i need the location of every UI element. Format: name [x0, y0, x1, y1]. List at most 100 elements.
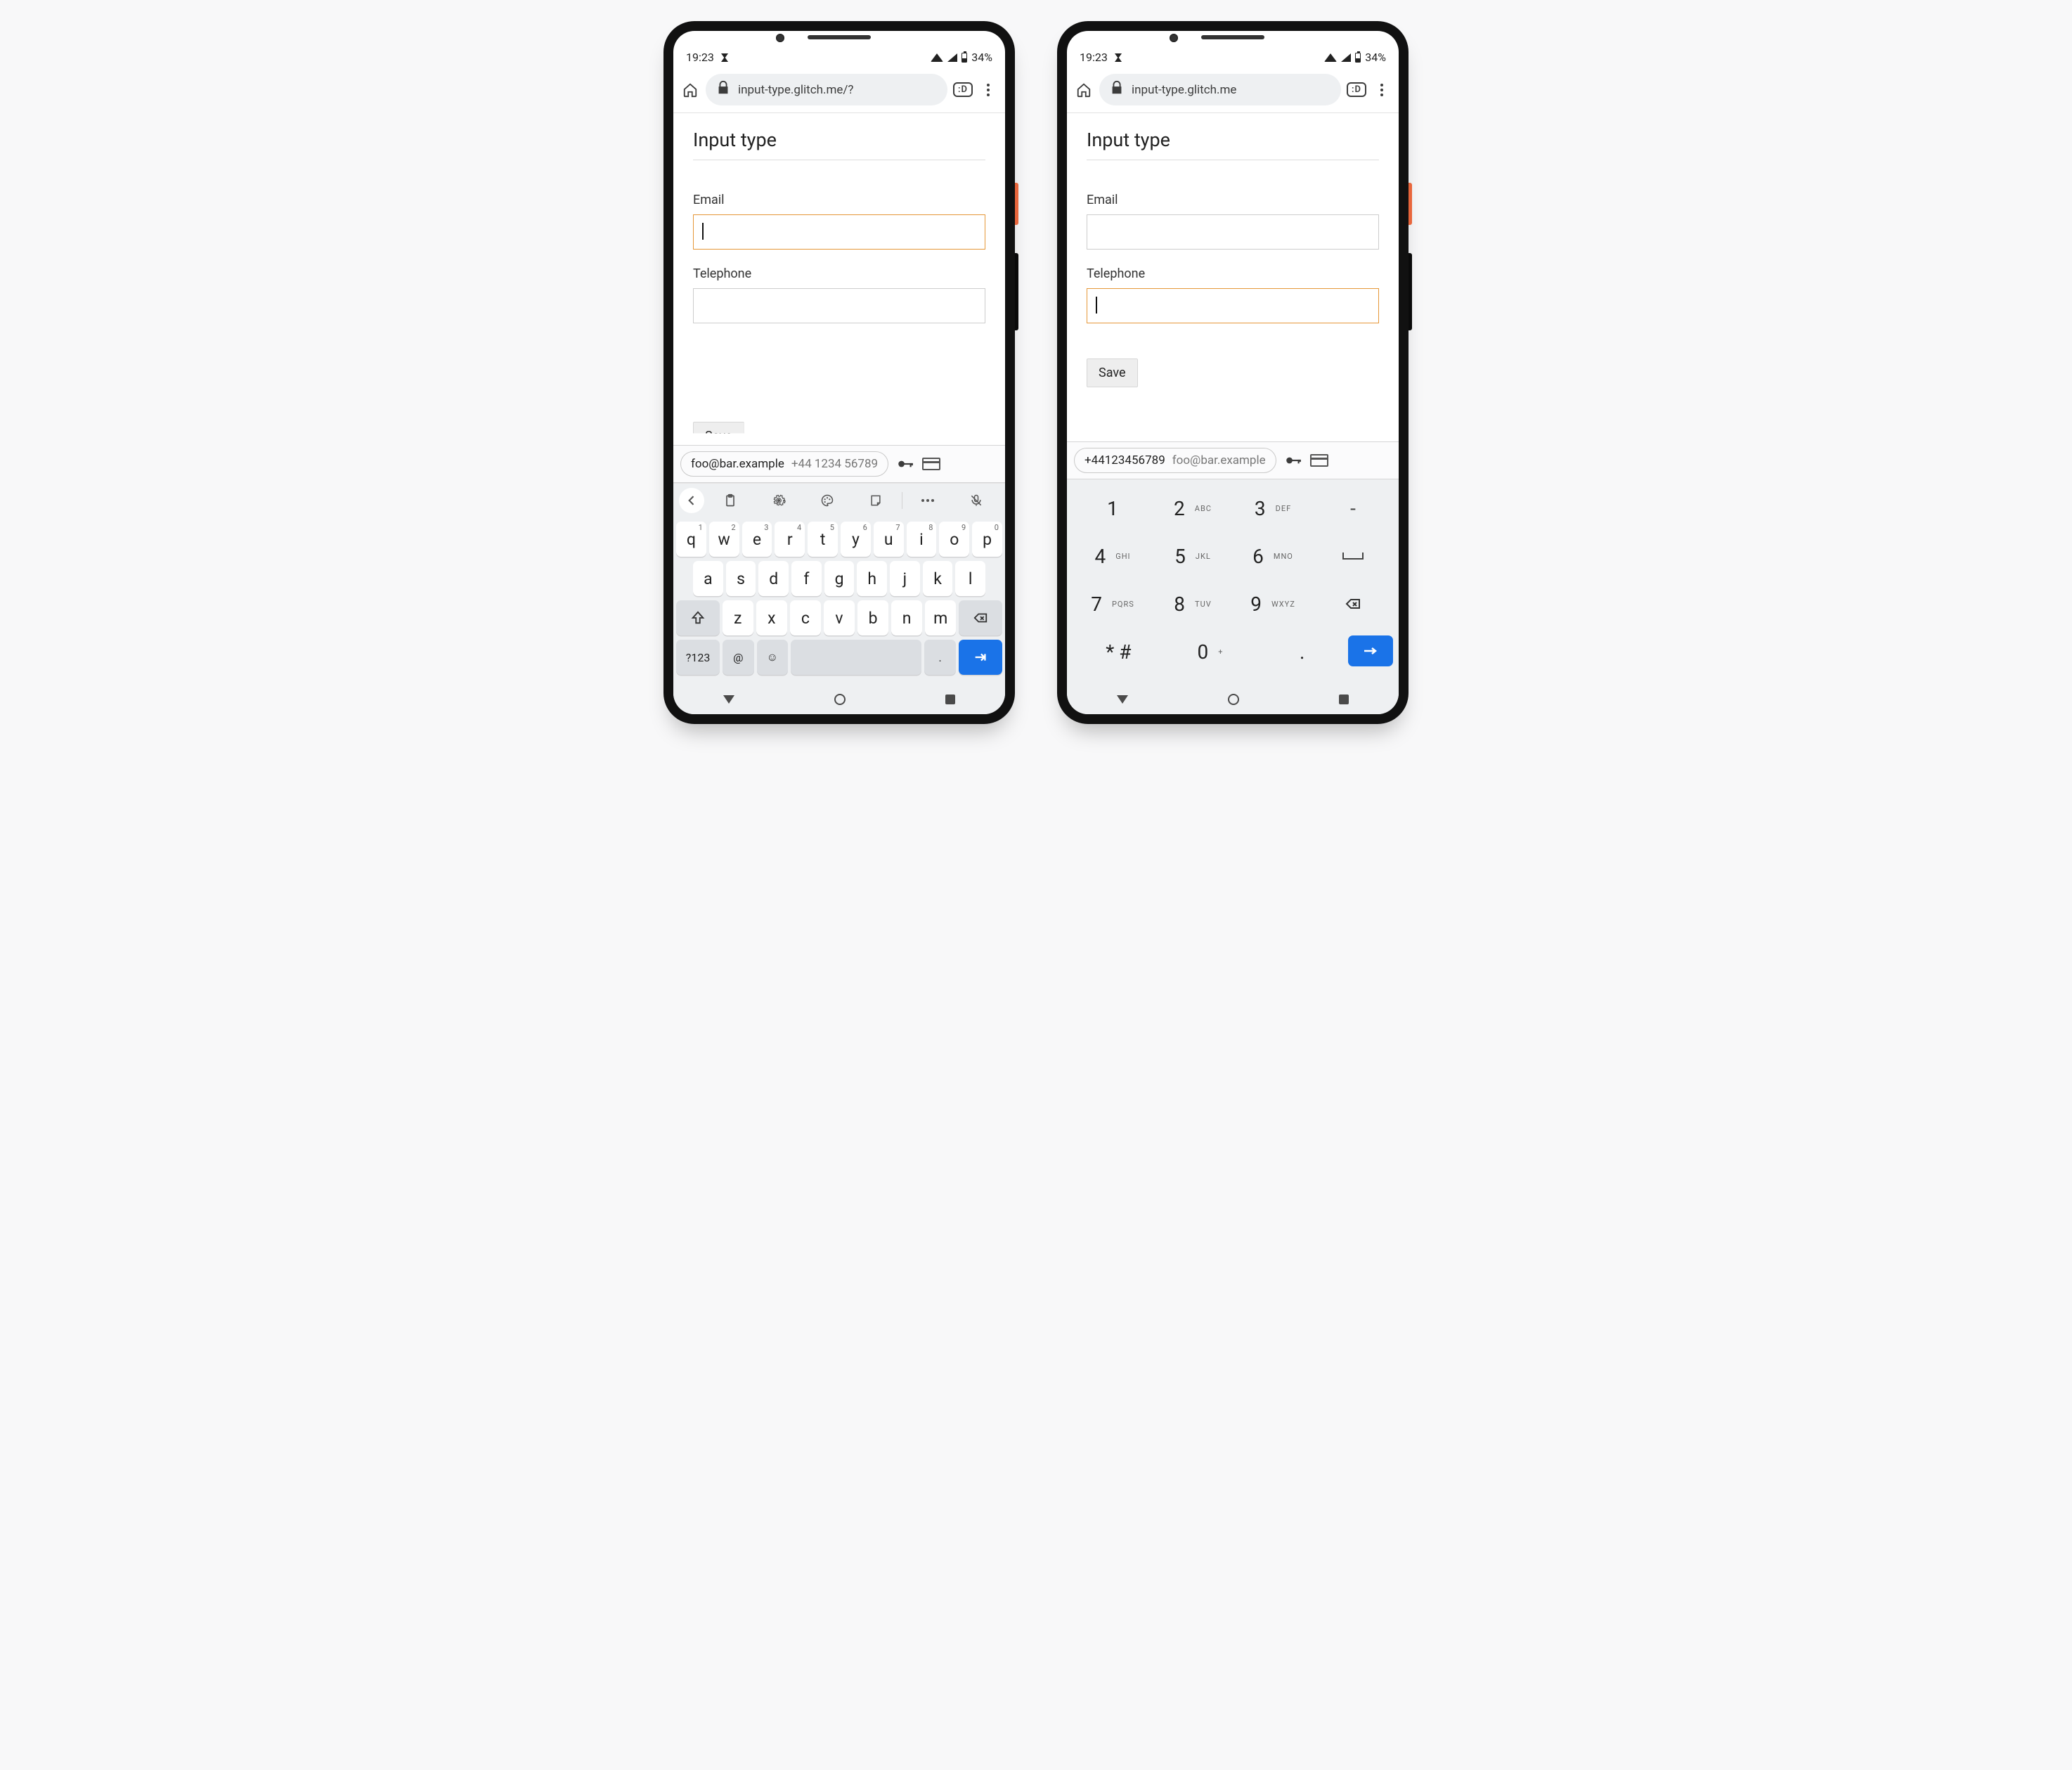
autofill-email: foo@bar.example — [691, 457, 784, 471]
nav-back-icon[interactable] — [1117, 695, 1128, 704]
enter-key[interactable] — [959, 640, 1002, 675]
key-m[interactable]: m — [925, 600, 956, 635]
battery-icon — [1355, 53, 1361, 63]
nav-home-icon[interactable] — [834, 694, 846, 705]
wifi-icon — [1324, 53, 1337, 62]
key-l[interactable]: l — [955, 561, 985, 596]
numkey-0[interactable]: 0+ — [1165, 630, 1257, 673]
numkey-2[interactable]: 2ABC — [1153, 486, 1233, 530]
tab-badge: :D — [953, 82, 973, 97]
page-content: Input type Email Telephone Save — [1067, 113, 1399, 441]
phone-camera — [1170, 34, 1178, 42]
numpad-row-4: * #0+. — [1073, 630, 1393, 673]
telephone-field[interactable] — [693, 288, 985, 323]
clipboard-icon[interactable] — [707, 488, 753, 513]
home-icon[interactable] — [1074, 80, 1094, 100]
symbols-key[interactable]: ?123 — [676, 640, 720, 675]
key-s[interactable]: s — [726, 561, 756, 596]
numkey-6[interactable]: 6MNO — [1233, 534, 1313, 578]
numkey-3[interactable]: 3DEF — [1233, 486, 1313, 530]
key-t[interactable]: t5 — [808, 522, 838, 557]
key-q[interactable]: q1 — [676, 522, 706, 557]
numkey-[interactable]: . — [1256, 630, 1348, 673]
phone-left: 19:23 34% input-type.glitch.me/? :D — [663, 21, 1015, 724]
nav-recents-icon[interactable] — [1339, 695, 1349, 704]
space-key[interactable] — [1313, 534, 1393, 578]
key-g[interactable]: g — [824, 561, 855, 596]
page-title: Input type — [1087, 129, 1379, 160]
tab-switcher-button[interactable]: :D — [953, 80, 973, 100]
numkey-4[interactable]: 4GHI — [1073, 534, 1153, 578]
key-x[interactable]: x — [756, 600, 787, 635]
backspace-key[interactable] — [959, 600, 1002, 635]
period-key[interactable]: . — [924, 640, 955, 675]
android-nav-bar — [673, 685, 1005, 714]
key-r[interactable]: r4 — [775, 522, 805, 557]
key-j[interactable]: j — [890, 561, 920, 596]
numpad-row-3: 7PQRS8TUV9WXYZ — [1073, 582, 1393, 626]
mic-off-icon[interactable] — [954, 488, 999, 513]
overflow-menu-button[interactable] — [1372, 80, 1392, 100]
kb-row-1: q1w2e3r4t5y6u7i8o9p0 — [676, 522, 1002, 557]
numkey-5[interactable]: 5JKL — [1153, 534, 1233, 578]
key-y[interactable]: y6 — [841, 522, 871, 557]
key-d[interactable]: d — [758, 561, 789, 596]
password-manager-button[interactable] — [1283, 451, 1303, 470]
email-field[interactable] — [693, 214, 985, 250]
sticker-icon[interactable] — [853, 488, 899, 513]
key-n[interactable]: n — [891, 600, 922, 635]
numkey-7[interactable]: 7PQRS — [1073, 582, 1153, 626]
tab-badge: :D — [1347, 82, 1366, 97]
kb-back-button[interactable] — [679, 488, 704, 513]
palette-icon[interactable] — [804, 488, 850, 513]
key-f[interactable]: f — [791, 561, 822, 596]
nav-home-icon[interactable] — [1228, 694, 1239, 705]
address-bar[interactable]: input-type.glitch.me/? — [706, 74, 947, 105]
dash-key[interactable]: - — [1313, 486, 1393, 530]
shift-key[interactable] — [676, 600, 720, 635]
home-icon[interactable] — [680, 80, 700, 100]
save-button[interactable]: Save — [1087, 358, 1138, 387]
telephone-field[interactable] — [1087, 288, 1379, 323]
key-w[interactable]: w2 — [709, 522, 739, 557]
payment-card-icon[interactable] — [922, 458, 940, 470]
key-i[interactable]: i8 — [907, 522, 937, 557]
telephone-label: Telephone — [693, 266, 985, 281]
space-key[interactable] — [791, 640, 921, 675]
nav-back-icon[interactable] — [723, 695, 734, 704]
key-a[interactable]: a — [693, 561, 723, 596]
kb-more-button[interactable] — [905, 488, 951, 513]
kb-row-4: ?123 @ ☺ . — [676, 640, 1002, 675]
email-label: Email — [1087, 193, 1379, 207]
autofill-suggestion-chip[interactable]: +44123456789 foo@bar.example — [1074, 448, 1276, 473]
password-manager-button[interactable] — [895, 454, 915, 474]
nav-recents-icon[interactable] — [945, 695, 955, 704]
payment-card-icon[interactable] — [1310, 454, 1328, 467]
key-p[interactable]: p0 — [972, 522, 1002, 557]
numkey-1[interactable]: 1 — [1073, 486, 1153, 530]
overflow-menu-button[interactable] — [978, 80, 998, 100]
tab-switcher-button[interactable]: :D — [1347, 80, 1366, 100]
key-o[interactable]: o9 — [939, 522, 969, 557]
numkey-[interactable]: * # — [1073, 630, 1165, 673]
numkey-9[interactable]: 9WXYZ — [1233, 582, 1313, 626]
numkey-8[interactable]: 8TUV — [1153, 582, 1233, 626]
autofill-email: foo@bar.example — [1172, 453, 1266, 467]
gear-icon[interactable] — [756, 488, 801, 513]
key-k[interactable]: k — [923, 561, 953, 596]
enter-key[interactable] — [1348, 635, 1393, 666]
emoji-key[interactable]: ☺ — [757, 640, 788, 675]
key-h[interactable]: h — [857, 561, 887, 596]
key-b[interactable]: b — [857, 600, 888, 635]
autofill-suggestion-chip[interactable]: foo@bar.example +44 1234 56789 — [680, 451, 888, 477]
backspace-key[interactable] — [1313, 582, 1393, 626]
email-field[interactable] — [1087, 214, 1379, 250]
at-key[interactable]: @ — [723, 640, 753, 675]
key-e[interactable]: e3 — [742, 522, 772, 557]
key-z[interactable]: z — [723, 600, 753, 635]
key-v[interactable]: v — [824, 600, 855, 635]
key-u[interactable]: u7 — [874, 522, 904, 557]
key-c[interactable]: c — [790, 600, 821, 635]
address-bar[interactable]: input-type.glitch.me — [1099, 74, 1341, 105]
save-button[interactable]: Save — [693, 422, 744, 445]
